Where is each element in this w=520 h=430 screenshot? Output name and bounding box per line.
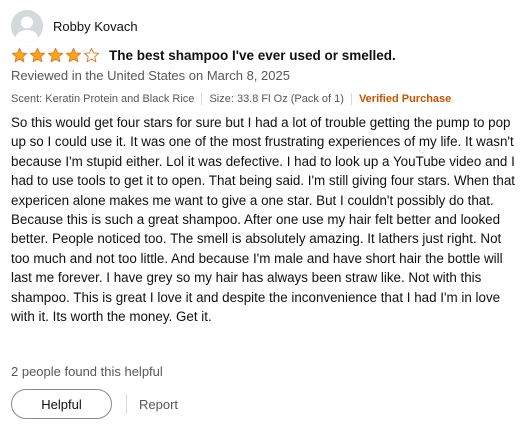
- reviewer-name[interactable]: Robby Kovach: [53, 19, 138, 34]
- reviewer-profile[interactable]: Robby Kovach: [11, 10, 138, 42]
- helpful-button[interactable]: Helpful: [11, 389, 112, 419]
- star-filled-icon: [29, 47, 46, 63]
- action-divider: [126, 394, 127, 414]
- size-variant[interactable]: Size: 33.8 Fl Oz (Pack of 1): [209, 93, 344, 105]
- star-rating[interactable]: [11, 47, 101, 64]
- report-link[interactable]: Report: [139, 397, 178, 412]
- rating-title-row: The best shampoo I've ever used or smell…: [11, 47, 396, 64]
- verified-purchase-badge: Verified Purchase: [358, 93, 452, 105]
- user-silhouette-icon: [11, 10, 43, 42]
- customer-review: Robby Kovach The best shampoo I've ever …: [0, 0, 520, 430]
- review-date: Reviewed in the United States on March 8…: [11, 68, 290, 83]
- scent-variant[interactable]: Scent: Keratin Protein and Black Rice: [11, 93, 194, 105]
- review-body: So this would get four stars for sure bu…: [11, 115, 515, 325]
- star-filled-icon: [11, 47, 28, 63]
- review-title[interactable]: The best shampoo I've ever used or smell…: [109, 48, 396, 63]
- star-filled-icon: [47, 47, 64, 63]
- review-format-strip: Scent: Keratin Protein and Black Rice Si…: [11, 93, 451, 105]
- star-filled-icon: [65, 47, 82, 63]
- review-actions: Helpful Report: [11, 389, 178, 419]
- star-empty-icon: [83, 47, 100, 63]
- avatar[interactable]: [11, 10, 43, 42]
- helpful-count: 2 people found this helpful: [11, 364, 163, 379]
- meta-divider: [350, 93, 352, 105]
- meta-divider: [201, 93, 203, 105]
